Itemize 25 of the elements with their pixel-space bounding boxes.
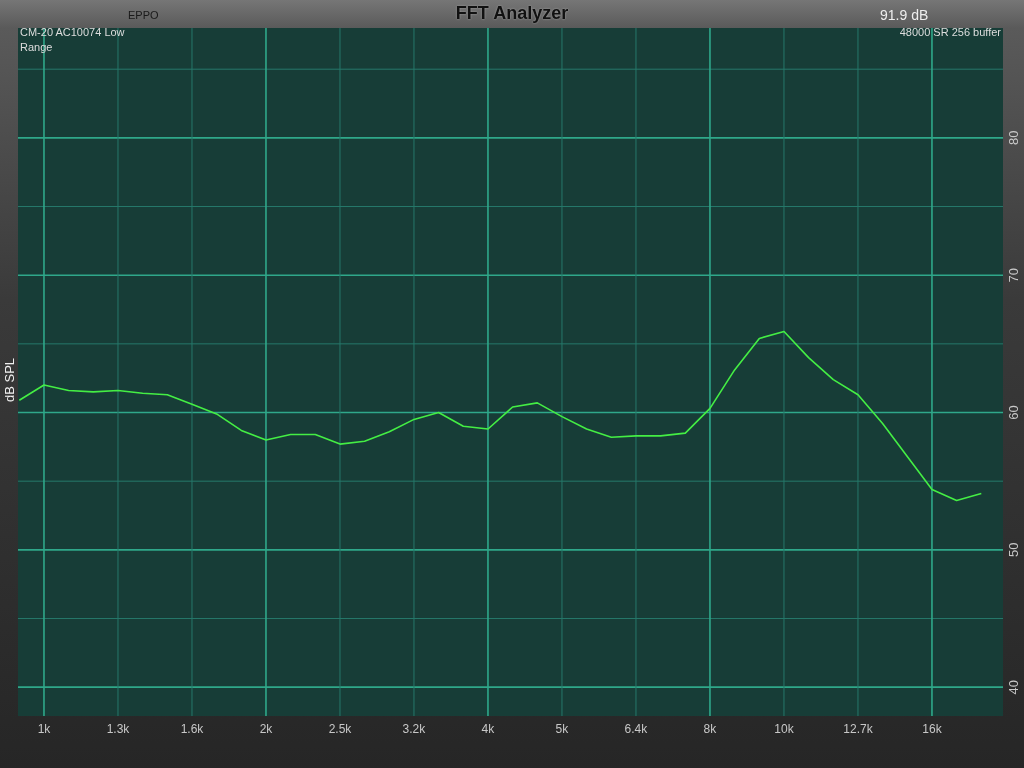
axis-tick-label: 40 [1006,679,1021,695]
app-name: EPPO [128,10,159,21]
device-label: CM-20 AC10074 Low [20,28,125,38]
axis-tick-label: 60 [1006,405,1021,420]
window-title: FFT Analyzer [455,4,569,22]
axis-tick-label: 2.5k [328,722,352,736]
axis-tick-label: 80 [1006,130,1021,146]
axis-tick-label: 16k [922,722,942,736]
axis-tick-label: 6.4k [624,722,648,736]
axis-tick-label: 50 [1006,542,1021,558]
axis-tick-label: 1k [37,722,51,736]
level-readout: 91.9 dB [880,8,929,22]
axis-tick-label: 12.7k [843,722,873,736]
axis-tick-label: 5k [555,722,569,736]
axis-tick-label: 70 [1006,267,1021,283]
axis-tick-label: 8k [703,722,717,736]
axis-tick-label: 1.3k [106,722,130,736]
axis-tick-label: 10k [774,722,794,736]
device-label: Range [20,41,53,53]
axis-tick-label: 1.6k [180,722,204,736]
axis-tick-label: 2k [259,722,273,736]
axis-title: dB SPL [2,357,17,403]
axis-tick-label: 4k [481,722,495,736]
axis-tick-label: 3.2k [402,722,426,736]
stream-info: 48000 SR 256 buffer [899,28,1001,38]
